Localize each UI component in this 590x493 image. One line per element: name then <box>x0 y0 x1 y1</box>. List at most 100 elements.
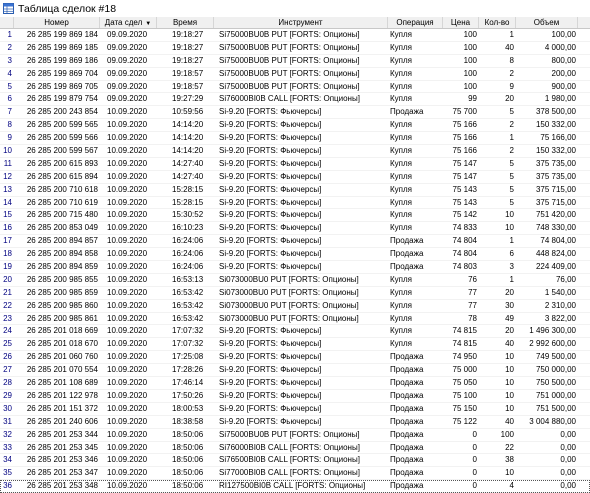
table-row[interactable]: 20 26 285 200 985 855 10.09.2020 16:53:13 Si… <box>0 274 590 287</box>
col-header-number[interactable]: Номер <box>14 17 100 28</box>
col-header-volume[interactable]: Объем <box>516 17 578 28</box>
col-header-instrument[interactable]: Инструмент <box>214 17 388 28</box>
row-index-cell: 22 <box>3 300 12 310</box>
price-cell: 100 <box>463 30 477 39</box>
trade-number-cell: 26 285 199 869 184 <box>26 30 98 39</box>
table-row[interactable]: 1 26 285 199 869 184 09.09.2020 19:18:27 Si7… <box>0 29 590 42</box>
quantity-cell: 10 <box>505 378 514 388</box>
table-row[interactable]: 30 26 285 201 151 372 10.09.2020 18:00:53 Si… <box>0 403 590 416</box>
table-row[interactable]: 6 26 285 199 879 754 09.09.2020 19:27:29 Si7… <box>0 93 590 107</box>
table-row[interactable]: 8 26 285 200 599 565 10.09.2020 14:14:20 Si-… <box>0 119 590 133</box>
trade-number-cell: 26 285 201 240 606 <box>26 416 98 426</box>
row-index-cell: 31 <box>3 416 12 426</box>
title-bar[interactable]: Таблица сделок #18 <box>0 0 590 18</box>
table-row[interactable]: 21 26 285 200 985 859 10.09.2020 16:53:42 Si… <box>0 287 590 300</box>
table-row[interactable]: 18 26 285 200 894 858 10.09.2020 16:24:06 Si… <box>0 248 590 262</box>
table-row[interactable]: 15 26 285 200 715 480 10.09.2020 15:30:52 Si… <box>0 209 590 223</box>
col-header-date[interactable]: Дата сдел ▼ <box>100 17 157 28</box>
operation-cell: Продажа <box>390 249 424 259</box>
col-header-quantity[interactable]: Кол-во <box>479 17 516 28</box>
table-row[interactable]: 9 26 285 200 599 566 10.09.2020 14:14:20 Si-… <box>0 132 590 146</box>
quantity-cell: 5 <box>509 171 514 181</box>
trade-date-cell: 10.09.2020 <box>107 236 148 246</box>
table-row[interactable]: 3 26 285 199 869 186 09.09.2020 19:18:27 Si7… <box>0 55 590 68</box>
row-index-cell: 12 <box>3 171 12 181</box>
instrument-cell: Si76000BI0B CALL [FORTS: Опционы] <box>219 442 360 452</box>
table-row[interactable]: 4 26 285 199 869 704 09.09.2020 19:18:57 Si7… <box>0 68 590 81</box>
table-row[interactable]: 29 26 285 201 122 978 10.09.2020 17:50:26 Si… <box>0 390 590 403</box>
col-header-time[interactable]: Время <box>157 17 214 28</box>
price-cell: 75 166 <box>452 146 477 156</box>
trade-number-cell: 26 285 200 894 858 <box>26 249 98 259</box>
trade-number-cell: 26 285 201 253 346 <box>26 455 98 465</box>
trade-time-cell: 14:14:20 <box>172 120 204 130</box>
price-cell: 77 <box>468 287 477 297</box>
volume-cell: 750 500,00 <box>535 378 576 388</box>
table-row[interactable]: 31 26 285 201 240 606 10.09.2020 18:38:58 Si… <box>0 416 590 429</box>
table-row[interactable]: 14 26 285 200 710 619 10.09.2020 15:28:15 Si… <box>0 197 590 210</box>
col-header-index[interactable] <box>0 17 14 28</box>
table-row[interactable]: 16 26 285 200 853 049 10.09.2020 16:10:23 Si… <box>0 222 590 236</box>
table-row[interactable]: 27 26 285 201 070 554 10.09.2020 17:28:26 Si… <box>0 364 590 378</box>
table-row[interactable]: 2 26 285 199 869 185 09.09.2020 19:18:27 Si7… <box>0 42 590 55</box>
trade-time-cell: 17:07:32 <box>172 339 204 349</box>
trade-time-cell: 19:27:29 <box>172 94 204 104</box>
table-row[interactable]: 5 26 285 199 869 705 09.09.2020 19:18:57 Si7… <box>0 81 590 94</box>
table-row[interactable]: 11 26 285 200 615 893 10.09.2020 14:27:40 Si… <box>0 158 590 171</box>
table-row[interactable]: 19 26 285 200 894 859 10.09.2020 16:24:06 Si… <box>0 261 590 274</box>
trade-date-cell: 10.09.2020 <box>107 223 148 233</box>
operation-cell: Продажа <box>390 352 424 362</box>
trade-time-cell: 18:50:06 <box>172 455 204 465</box>
table-row[interactable]: 22 26 285 200 985 860 10.09.2020 16:53:42 Si… <box>0 300 590 313</box>
row-index-cell: 5 <box>7 81 12 91</box>
price-cell: 75 122 <box>452 416 477 426</box>
row-index-cell: 24 <box>3 326 12 336</box>
trade-number-cell: 26 285 201 253 345 <box>26 442 98 452</box>
trade-number-cell: 26 285 200 615 893 <box>26 158 98 168</box>
instrument-cell: Si75000BU0B PUT [FORTS: Опционы] <box>219 30 360 39</box>
table-row[interactable]: 7 26 285 200 243 854 10.09.2020 10:59:56 Si-… <box>0 106 590 120</box>
table-row[interactable]: 36 26 285 201 253 348 10.09.2020 18:50:06 RI… <box>0 480 590 493</box>
operation-cell: Купля <box>390 120 412 130</box>
table-row[interactable]: 32 26 285 201 253 344 10.09.2020 18:50:06 Si… <box>0 429 590 442</box>
volume-cell: 2 992 600,00 <box>529 339 576 349</box>
trade-number-cell: 26 285 200 599 567 <box>26 146 98 156</box>
volume-cell: 800,00 <box>551 55 576 65</box>
table-row[interactable]: 17 26 285 200 894 857 10.09.2020 16:24:06 Si… <box>0 235 590 249</box>
quantity-cell: 5 <box>509 158 514 168</box>
trade-number-cell: 26 285 199 869 186 <box>26 55 98 65</box>
volume-cell: 751 000,00 <box>535 390 576 400</box>
instrument-cell: Si-9.20 [FORTS: Фьючерсы] <box>219 403 322 413</box>
trade-number-cell: 26 285 200 243 854 <box>26 107 98 117</box>
table-row[interactable]: 28 26 285 201 108 689 10.09.2020 17:46:14 Si… <box>0 377 590 390</box>
table-row[interactable]: 10 26 285 200 599 567 10.09.2020 14:14:20 Si… <box>0 145 590 158</box>
instrument-cell: Si-9.20 [FORTS: Фьючерсы] <box>219 223 322 233</box>
table-row[interactable]: 23 26 285 200 985 861 10.09.2020 16:53:42 Si… <box>0 313 590 326</box>
trade-date-cell: 10.09.2020 <box>107 429 148 439</box>
table-row[interactable]: 33 26 285 201 253 345 10.09.2020 18:50:06 Si… <box>0 442 590 455</box>
trade-time-cell: 16:24:06 <box>172 262 204 272</box>
col-header-operation[interactable]: Операция <box>388 17 443 28</box>
trade-date-cell: 10.09.2020 <box>107 158 148 168</box>
trades-grid[interactable]: Номер Дата сдел ▼ Время Инструмент Операц… <box>0 17 590 493</box>
table-row[interactable]: 25 26 285 201 018 670 10.09.2020 17:07:32 Si… <box>0 338 590 352</box>
trade-number-cell: 26 285 200 710 618 <box>26 184 98 194</box>
instrument-cell: Si-9.20 [FORTS: Фьючерсы] <box>219 378 322 388</box>
table-row[interactable]: 26 26 285 201 060 760 10.09.2020 17:25:08 Si… <box>0 351 590 365</box>
trade-date-cell: 09.09.2020 <box>107 42 148 52</box>
quantity-cell: 2 <box>509 146 514 156</box>
trade-date-cell: 10.09.2020 <box>107 274 148 284</box>
table-row[interactable]: 24 26 285 201 018 669 10.09.2020 17:07:32 Si… <box>0 325 590 339</box>
volume-cell: 748 330,00 <box>535 223 576 233</box>
table-row[interactable]: 13 26 285 200 710 618 10.09.2020 15:28:15 Si… <box>0 184 590 197</box>
trade-date-cell: 10.09.2020 <box>107 262 148 272</box>
table-row[interactable]: 34 26 285 201 253 346 10.09.2020 18:50:06 Si… <box>0 454 590 468</box>
col-header-price[interactable]: Цена <box>443 17 479 28</box>
price-cell: 77 <box>468 300 477 310</box>
table-row[interactable]: 35 26 285 201 253 347 10.09.2020 18:50:06 Si… <box>0 467 590 481</box>
trade-time-cell: 19:18:57 <box>172 68 204 78</box>
table-row[interactable]: 12 26 285 200 615 894 10.09.2020 14:27:40 Si… <box>0 171 590 184</box>
trade-number-cell: 26 285 201 253 344 <box>26 429 98 439</box>
quantity-cell: 38 <box>505 455 514 465</box>
trade-number-cell: 26 285 201 122 978 <box>26 390 98 400</box>
